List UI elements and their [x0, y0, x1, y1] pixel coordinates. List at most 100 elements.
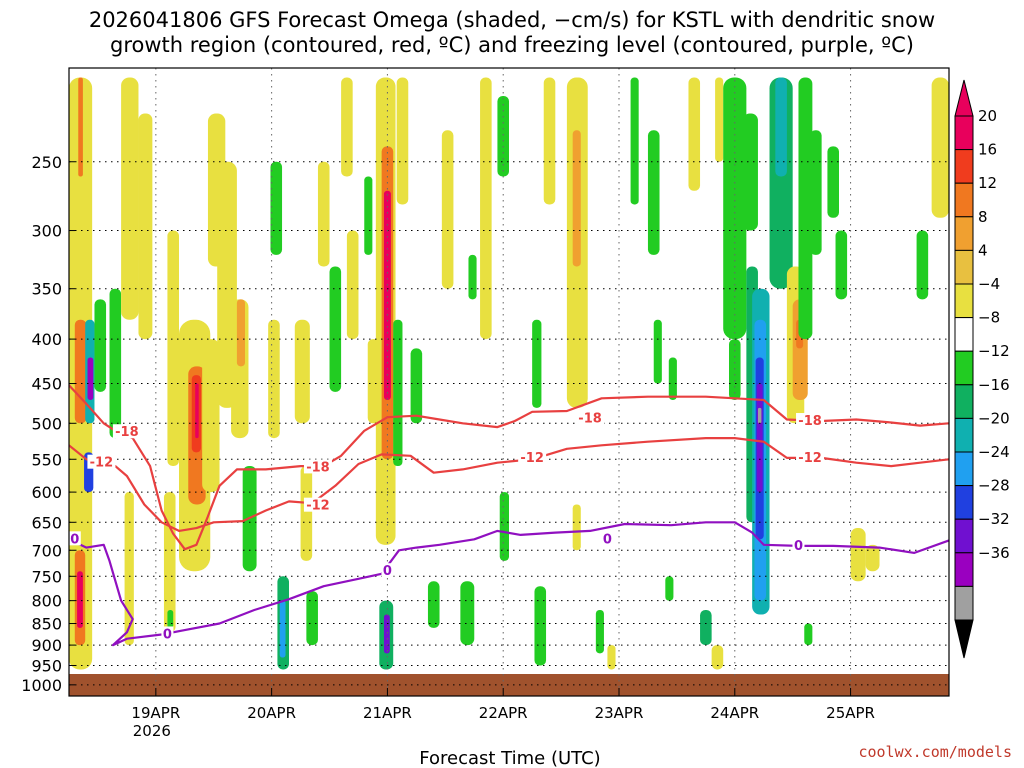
contour-label: -18 — [306, 460, 330, 475]
colorbar-swatch — [954, 585, 974, 621]
colorbar-tick-label: −20 — [978, 409, 1010, 427]
colorbar-swatch — [954, 216, 974, 251]
omega-cell — [306, 591, 318, 646]
colorbar-swatch — [954, 182, 974, 218]
omega-cell — [270, 161, 283, 255]
omega-cell — [393, 319, 403, 467]
chart-title-line1: 2026041806 GFS Forecast Omega (shaded, −… — [89, 8, 935, 32]
omega-cell — [480, 77, 492, 340]
x-tick-label: 21APR — [363, 704, 412, 722]
omega-cell — [410, 348, 423, 424]
omega-cell — [865, 544, 880, 572]
omega-cell — [532, 319, 542, 408]
omega-cell — [195, 383, 199, 439]
omega-cell — [850, 528, 866, 582]
y-tick-label: 900 — [31, 636, 62, 655]
omega-cell — [827, 146, 839, 218]
contour-label: 0 — [70, 532, 79, 547]
contour-label: -12 — [798, 451, 822, 466]
omega-cell — [236, 299, 245, 367]
omega-cell — [441, 130, 454, 289]
x-tick-sublabel: 2026 — [133, 722, 171, 740]
omega-cell — [700, 609, 712, 646]
colorbar-tick-label: −16 — [978, 376, 1010, 394]
omega-cell — [77, 571, 83, 628]
colorbar-tick-label: 12 — [978, 174, 997, 192]
y-tick-label: 400 — [31, 330, 62, 349]
y-tick-label: 650 — [31, 513, 62, 532]
y-tick-label: 450 — [31, 375, 62, 394]
omega-cell — [668, 357, 677, 400]
omega-cell — [607, 645, 616, 670]
y-tick-label: 600 — [31, 483, 62, 502]
contour-label: -12 — [306, 499, 330, 514]
colorbar-swatch — [954, 451, 974, 487]
omega-cell — [543, 77, 556, 205]
omega-cell — [294, 319, 310, 424]
omega-cell — [94, 299, 107, 392]
omega-cell — [757, 407, 762, 424]
y-axis: 250 300 350 400 450 500 550 600 650 700 750 800 850 9… — [21, 153, 75, 695]
omega-cell — [460, 581, 475, 646]
colorbar-swatch — [954, 350, 974, 386]
omega-cell — [383, 614, 390, 654]
contour-label: 0 — [603, 532, 612, 547]
omega-cell — [364, 176, 373, 255]
contour-label: -12 — [90, 456, 114, 471]
omega-cell — [167, 609, 174, 628]
colorbar-tick-label: −28 — [978, 477, 1010, 495]
omega-cell — [396, 77, 409, 205]
omega-cell — [715, 77, 724, 162]
chart-title-line2: growth region (contoured, red, ºC) and f… — [110, 33, 914, 57]
x-tick-label: 19APR — [131, 704, 180, 722]
x-tick-label: 22APR — [479, 704, 528, 722]
colorbar-tick-label: −24 — [978, 443, 1010, 461]
colorbar-tick-label: −12 — [978, 342, 1010, 360]
site-credit: coolwx.com/models — [858, 743, 1012, 761]
contour-label: 0 — [163, 627, 172, 642]
omega-cell — [742, 113, 758, 231]
colorbar: 20 16 12 8 4 −4 −8 −12 −16 −20 −24 −28 −32 −36 — [954, 79, 1010, 659]
omega-cell — [346, 230, 359, 340]
omega-cell — [729, 339, 741, 400]
colorbar-swatch — [954, 149, 974, 184]
colorbar-top-arrow — [954, 79, 974, 117]
colorbar-tick-label: 16 — [978, 141, 997, 159]
omega-cell — [109, 288, 122, 439]
x-tick-label: 23APR — [595, 704, 644, 722]
omega-cell — [317, 161, 330, 267]
omega-cell — [647, 130, 660, 255]
x-tick-label: 25APR — [826, 704, 875, 722]
colorbar-tick-label: −8 — [978, 309, 1000, 327]
omega-cell — [427, 581, 440, 628]
omega-time-height-chart: 2026041806 GFS Forecast Omega (shaded, −… — [21, 8, 1012, 768]
omega-cell — [572, 504, 581, 551]
omega-cell — [534, 586, 547, 666]
omega-cell — [74, 319, 87, 424]
omega-cell — [468, 254, 477, 300]
omega-cell — [572, 130, 581, 267]
omega-cell — [138, 113, 153, 340]
contour-label: -12 — [520, 451, 544, 466]
y-tick-label: 500 — [31, 414, 62, 433]
omega-cell — [268, 319, 280, 439]
contour-label: 0 — [383, 564, 392, 579]
colorbar-tick-label: −32 — [978, 510, 1010, 528]
omega-cell — [804, 623, 813, 646]
colorbar-tick-label: 4 — [978, 241, 988, 259]
x-tick-label: 20APR — [247, 704, 296, 722]
colorbar-tick-label: −4 — [978, 275, 1000, 293]
omega-cell — [202, 339, 220, 493]
colorbar-swatch — [954, 283, 974, 319]
omega-cell — [810, 130, 822, 255]
contour-label: 0 — [794, 539, 803, 554]
y-tick-label: 250 — [31, 153, 62, 172]
x-tick-label: 24APR — [710, 704, 759, 722]
y-tick-label: 800 — [31, 592, 62, 611]
omega-cell — [341, 77, 353, 177]
colorbar-swatch — [954, 417, 974, 453]
omega-cell — [653, 319, 662, 384]
colorbar-tick-label: 8 — [978, 208, 988, 226]
omega-cell — [688, 77, 701, 191]
contour-label: -18 — [115, 425, 139, 440]
